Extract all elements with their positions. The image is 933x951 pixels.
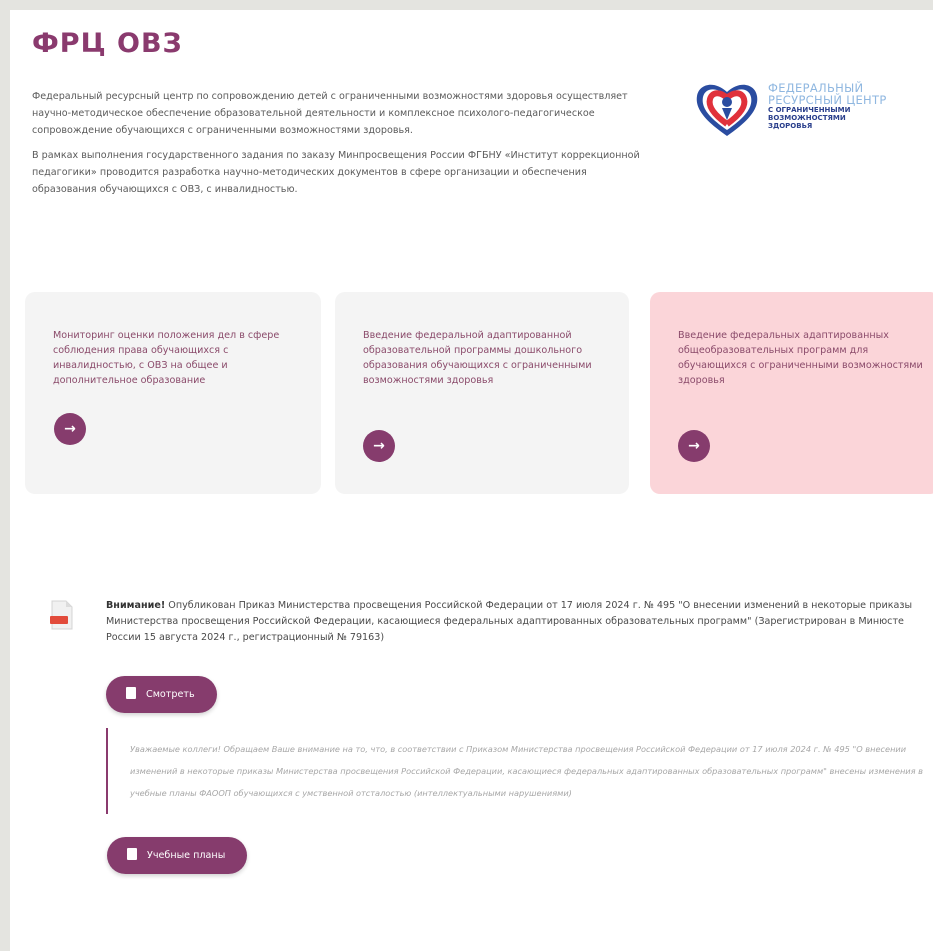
notice-text: Опубликован Приказ Министерства просвеще… bbox=[106, 600, 913, 643]
card-text: Введение федеральной адаптированной обра… bbox=[363, 330, 592, 386]
logo-line-4: ВОЗМОЖНОСТЯМИ bbox=[768, 114, 846, 122]
notice-quote: Уважаемые коллеги! Обращаем Ваше внимани… bbox=[106, 728, 933, 814]
logo-text: ФЕДЕРАЛЬНЫЙ РЕСУРСНЫЙ ЦЕНТР С ОГРАНИЧЕНН… bbox=[768, 82, 928, 130]
view-button-label: Смотреть bbox=[146, 689, 195, 700]
notice-bold: Внимание! bbox=[106, 600, 166, 611]
arrow-right-icon[interactable]: → bbox=[363, 430, 395, 462]
arrow-right-icon[interactable]: → bbox=[54, 413, 86, 445]
view-button[interactable]: Смотреть bbox=[106, 676, 217, 713]
logo-line-2: РЕСУРСНЫЙ ЦЕНТР bbox=[768, 93, 887, 107]
intro-paragraph-1: Федеральный ресурсный центр по сопровожд… bbox=[32, 91, 628, 136]
card-text: Введение федеральных адаптированных обще… bbox=[678, 330, 923, 386]
heart-logo-icon bbox=[696, 84, 758, 136]
card-monitoring[interactable]: Мониторинг оценки положения дел в сфере … bbox=[25, 292, 321, 494]
intro-text: Федеральный ресурсный центр по сопровожд… bbox=[32, 88, 644, 206]
document-icon bbox=[126, 687, 136, 699]
logo-line-5: ЗДОРОВЬЯ bbox=[768, 122, 813, 130]
document-icon bbox=[127, 848, 137, 860]
study-plans-button[interactable]: Учебные планы bbox=[107, 837, 248, 874]
notice: Внимание! Опубликован Приказ Министерств… bbox=[106, 598, 933, 646]
card-preschool-program[interactable]: Введение федеральной адаптированной обра… bbox=[335, 292, 629, 494]
quote-text: Уважаемые коллеги! Обращаем Ваше внимани… bbox=[130, 744, 923, 798]
logo-line-3: С ОГРАНИЧЕННЫМИ bbox=[768, 106, 851, 114]
arrow-right-icon[interactable]: → bbox=[678, 430, 710, 462]
pdf-file-icon bbox=[50, 600, 73, 630]
frc-logo: ФЕДЕРАЛЬНЫЙ РЕСУРСНЫЙ ЦЕНТР С ОГРАНИЧЕНН… bbox=[692, 78, 928, 140]
card-general-programs[interactable]: Введение федеральных адаптированных обще… bbox=[650, 292, 933, 494]
intro-paragraph-2: В рамках выполнения государственного зад… bbox=[32, 150, 640, 195]
page: ФРЦ ОВЗ Федеральный ресурсный центр по с… bbox=[10, 10, 933, 951]
study-plans-button-label: Учебные планы bbox=[147, 850, 226, 861]
card-text: Мониторинг оценки положения дел в сфере … bbox=[53, 330, 280, 386]
page-title: ФРЦ ОВЗ bbox=[32, 28, 183, 59]
